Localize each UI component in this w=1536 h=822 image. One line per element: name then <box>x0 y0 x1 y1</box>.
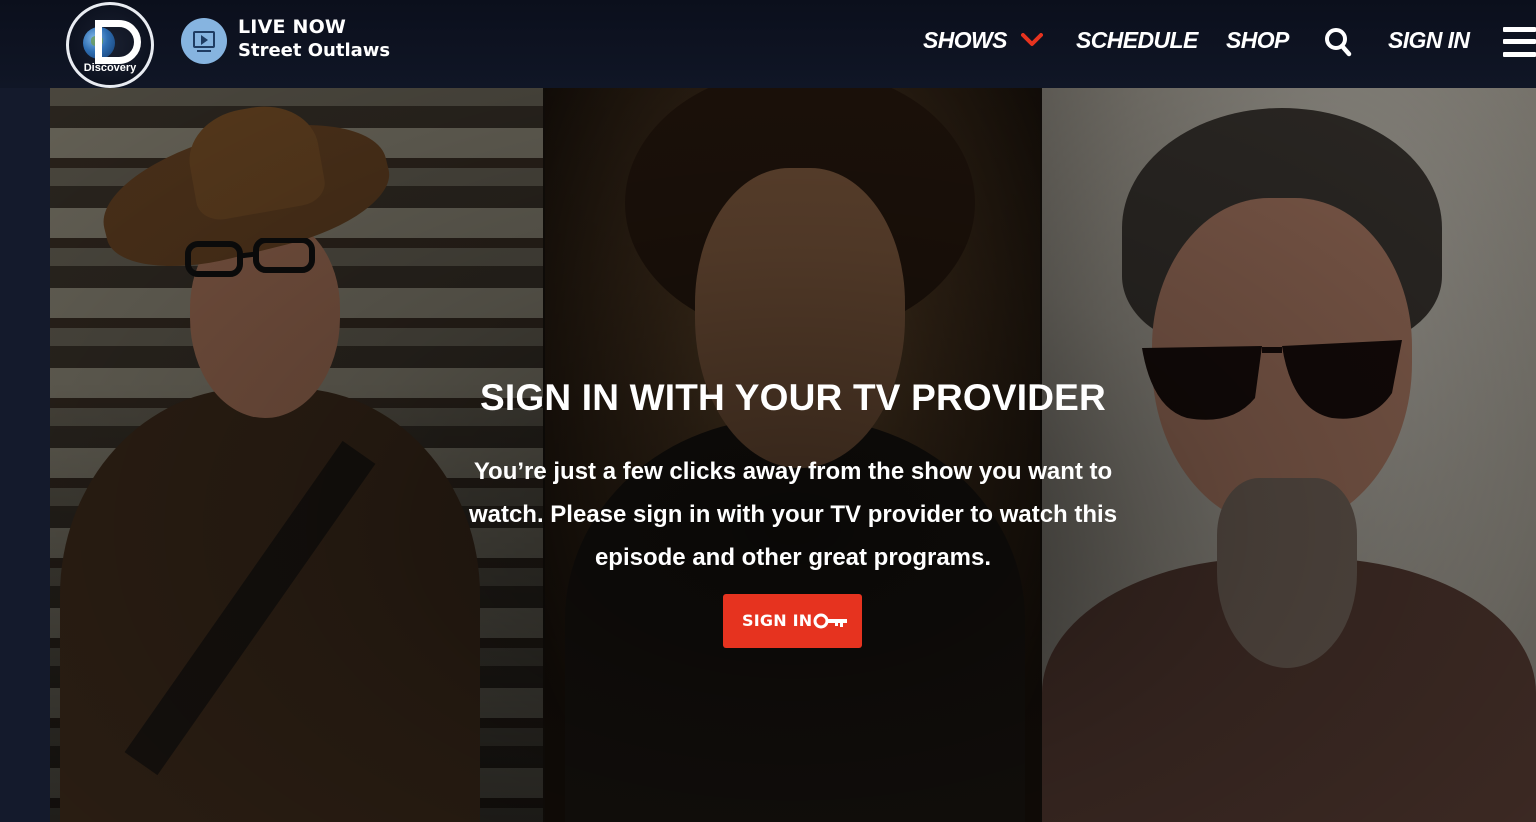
sign-in-button-label: SIGN IN <box>742 611 813 630</box>
page: Discovery LIVE NOW Street Outlaws SHOWS … <box>0 0 1536 822</box>
nav-sign-in[interactable]: SIGN IN <box>1388 27 1470 54</box>
site-header: Discovery LIVE NOW Street Outlaws SHOWS … <box>0 0 1536 88</box>
logo-text: Discovery <box>83 62 137 74</box>
chevron-down-icon[interactable] <box>1021 33 1043 47</box>
nav-schedule[interactable]: SCHEDULE <box>1076 27 1198 54</box>
hero-section: SIGN IN WITH YOUR TV PROVIDER You’re jus… <box>50 88 1536 822</box>
logo-d-mark <box>95 20 141 64</box>
tv-play-icon[interactable] <box>181 18 227 64</box>
nav-shows[interactable]: SHOWS <box>923 27 1007 54</box>
sign-in-button[interactable]: SIGN IN <box>723 594 862 648</box>
sign-in-prompt: SIGN IN WITH YOUR TV PROVIDER You’re jus… <box>50 88 1536 822</box>
page-title: SIGN IN WITH YOUR TV PROVIDER <box>480 377 1106 418</box>
live-now-label[interactable]: LIVE NOW <box>238 16 346 38</box>
sign-in-description: You’re just a few clicks away from the s… <box>468 458 1118 571</box>
key-icon <box>813 613 847 629</box>
nav-shop[interactable]: SHOP <box>1226 27 1289 54</box>
search-icon[interactable] <box>1324 27 1352 57</box>
menu-icon[interactable] <box>1503 26 1536 58</box>
discovery-logo[interactable]: Discovery <box>66 2 154 88</box>
live-show-title[interactable]: Street Outlaws <box>238 40 390 61</box>
